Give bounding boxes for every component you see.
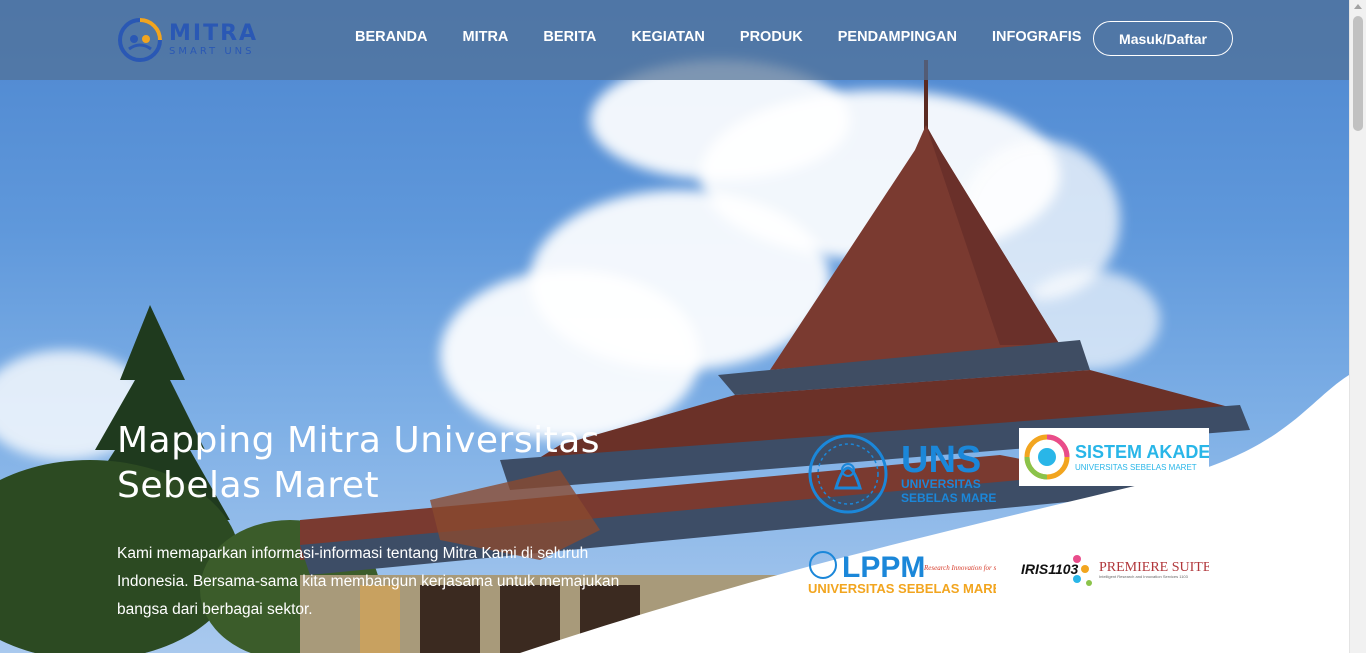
premiere-sub: Intelligent Research and Innovation Serv… [1099, 574, 1189, 579]
navbar: MITRA SMART UNS BERANDA MITRA BERITA KEG… [0, 0, 1349, 80]
siakad-word: SISTEM AKADEMIK [1075, 442, 1209, 462]
nav-item-berita[interactable]: BERITA [543, 29, 596, 45]
login-register-button[interactable]: Masuk/Daftar [1093, 21, 1233, 56]
page-scrollbar[interactable] [1349, 0, 1366, 653]
hero-title: Mapping Mitra Universitas Sebelas Maret [117, 420, 601, 506]
partner-logo-iris-premiere[interactable]: IRIS1103 PREMIERE SUITE Intelligent Rese… [1019, 547, 1209, 593]
partner-logo-lppm[interactable]: LPPM Research Innovation for society UNI… [806, 545, 996, 597]
hero-description: Kami memaparkan informasi-informasi tent… [117, 545, 620, 618]
mitra-logo-icon [118, 18, 162, 62]
logo-title: MITRA [169, 21, 259, 46]
uns-line2: SEBELAS MARET [901, 491, 996, 505]
partner-logo-uns[interactable]: UNS UNIVERSITAS SEBELAS MARET [806, 428, 996, 520]
logo-text: MITRA SMART UNS [169, 23, 258, 57]
nav-item-produk[interactable]: PRODUK [740, 29, 803, 45]
lppm-word: LPPM [842, 551, 925, 584]
lppm-sub: UNIVERSITAS SEBELAS MARET [808, 581, 996, 596]
iris-word: IRIS1103 [1021, 561, 1079, 577]
uns-word: UNS [901, 439, 981, 481]
scrollbar-thumb[interactable] [1353, 16, 1363, 131]
nav-item-pendampingan[interactable]: PENDAMPINGAN [838, 29, 957, 45]
nav-item-beranda[interactable]: BERANDA [355, 29, 428, 45]
site-logo[interactable]: MITRA SMART UNS [117, 17, 258, 63]
nav-item-mitra[interactable]: MITRA [463, 29, 509, 45]
nav-item-infografis[interactable]: INFOGRAFIS [992, 29, 1081, 45]
logo-tagline: SMART UNS [169, 46, 255, 57]
main-nav: BERANDA MITRA BERITA KEGIATAN PRODUK PEN… [355, 29, 1116, 45]
nav-item-kegiatan[interactable]: KEGIATAN [631, 29, 705, 45]
premiere-word: PREMIERE SUITE [1099, 560, 1209, 575]
siakad-sub: UNIVERSITAS SEBELAS MARET [1075, 463, 1197, 472]
lppm-tagline: Research Innovation for society [923, 564, 996, 572]
partner-logo-sistem-akademik[interactable]: SISTEM AKADEMIK UNIVERSITAS SEBELAS MARE… [1019, 428, 1209, 486]
uns-line1: UNIVERSITAS [901, 477, 981, 491]
scroll-up-icon[interactable] [1354, 4, 1362, 9]
